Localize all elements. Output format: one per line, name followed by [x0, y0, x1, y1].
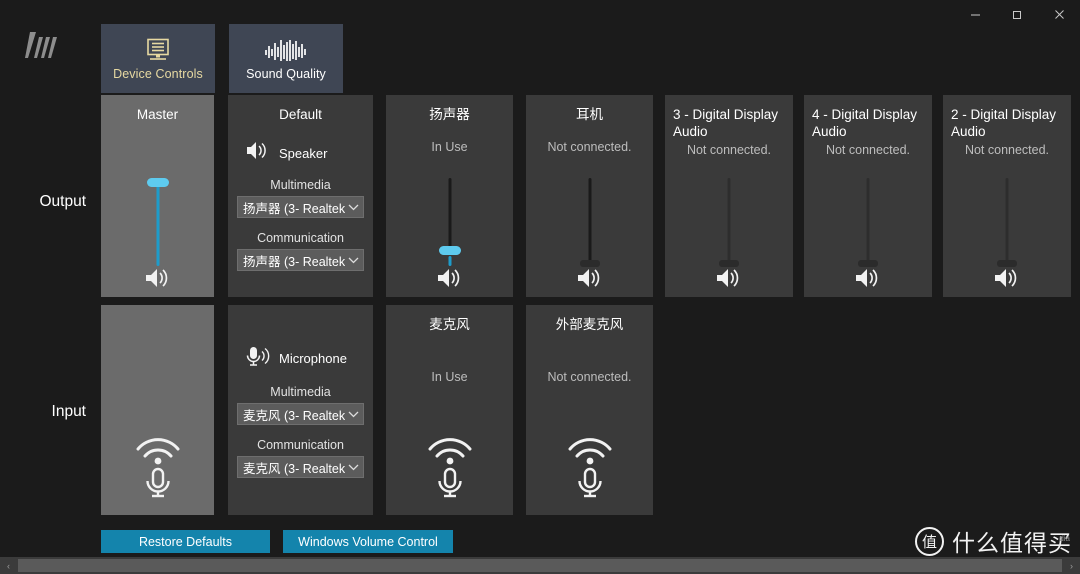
communication-label: Communication	[257, 438, 344, 452]
chevron-down-icon	[345, 411, 361, 418]
input-communication-dropdown[interactable]: 麦克风 (3- Realtek(	[237, 456, 364, 478]
device-1-slider[interactable]	[526, 178, 653, 267]
speaker-icon[interactable]	[993, 267, 1021, 294]
window-controls	[955, 0, 1080, 28]
panel-title: 外部麦克风	[555, 317, 624, 332]
default-output-device-name: Speaker	[279, 145, 328, 161]
default-output-device: Speaker	[228, 141, 373, 165]
tab-sound-quality-label: Sound Quality	[246, 67, 326, 81]
dropdown-value: 麦克风 (3- Realtek(	[243, 408, 345, 423]
slider-thumb[interactable]	[719, 260, 739, 267]
hp-audio-control-window: Device Controls Sound Quality Output Inp…	[0, 0, 1080, 574]
minimize-button[interactable]	[955, 0, 997, 28]
communication-label: Communication	[257, 231, 344, 245]
restore-defaults-button[interactable]: Restore Defaults	[101, 530, 270, 553]
output-communication-dropdown[interactable]: 扬声器 (3- Realtek(	[237, 249, 364, 271]
chevron-down-icon	[345, 204, 361, 211]
panel-output-master[interactable]: Master	[101, 95, 214, 297]
sound-wave-icon	[263, 36, 309, 62]
panel-input-device-1[interactable]: 外部麦克风 Not connected.	[526, 305, 653, 515]
multimedia-label: Multimedia	[270, 385, 331, 399]
device-3-slider[interactable]	[804, 178, 932, 267]
row-label-input: Input	[51, 403, 86, 420]
panel-status: Not connected.	[547, 370, 632, 384]
chevron-down-icon	[345, 464, 361, 471]
panel-input-default[interactable]: Microphone Multimedia 麦克风 (3- Realtek( C…	[228, 305, 373, 515]
scrollbar-thumb[interactable]	[18, 559, 1062, 572]
panel-status: Not connected.	[547, 140, 632, 154]
default-input-device: Microphone	[228, 345, 373, 372]
device-2-slider[interactable]	[665, 178, 793, 267]
watermark-text: 什么值得买	[952, 530, 1072, 556]
watermark: 值 什么值得买 dia	[915, 524, 1072, 558]
panel-title: 3 - Digital Display Audio	[673, 107, 779, 139]
panel-title: 扬声器	[429, 107, 470, 122]
slider-thumb[interactable]	[146, 178, 169, 187]
tab-device-controls-label: Device Controls	[113, 67, 203, 81]
restore-button[interactable]	[997, 0, 1039, 28]
speaker-icon[interactable]	[436, 267, 464, 294]
panel-title: Master	[136, 107, 179, 122]
tab-sound-quality[interactable]: Sound Quality	[229, 24, 343, 93]
input-multimedia-dropdown[interactable]: 麦克风 (3- Realtek(	[237, 403, 364, 425]
panel-status: In Use	[431, 370, 468, 384]
speaker-icon[interactable]	[715, 267, 743, 294]
panel-input-master[interactable]	[101, 305, 214, 515]
panel-output-device-0[interactable]: 扬声器 In Use	[386, 95, 513, 297]
microphone-icon	[246, 345, 270, 372]
footer-actions: Restore Defaults Windows Volume Control	[101, 530, 453, 553]
panel-output-device-1[interactable]: 耳机 Not connected.	[526, 95, 653, 297]
dropdown-value: 麦克风 (3- Realtek(	[243, 461, 345, 476]
close-button[interactable]	[1038, 0, 1080, 28]
dropdown-value: 扬声器 (3- Realtek(	[243, 254, 345, 269]
device-controls-icon	[145, 36, 171, 62]
panel-output-device-2[interactable]: 3 - Digital Display Audio Not connected.	[665, 95, 793, 297]
chevron-down-icon	[345, 257, 361, 264]
hp-logo-icon	[25, 28, 67, 62]
slider-thumb[interactable]	[858, 260, 878, 267]
speaker-icon	[246, 141, 270, 165]
panel-status: Not connected.	[686, 143, 772, 157]
default-input-device-name: Microphone	[279, 351, 347, 366]
row-label-output: Output	[39, 193, 86, 210]
scroll-left-arrow-icon[interactable]: ‹	[0, 557, 17, 574]
slider-thumb[interactable]	[438, 246, 461, 255]
dropdown-value: 扬声器 (3- Realtek(	[243, 201, 345, 216]
panel-status: Not connected.	[964, 143, 1050, 157]
tab-bar: Device Controls Sound Quality	[101, 24, 343, 93]
microphone-signal-icon[interactable]	[566, 423, 614, 503]
scroll-right-arrow-icon[interactable]: ›	[1063, 557, 1080, 574]
speaker-icon[interactable]	[576, 267, 604, 294]
panel-title: 4 - Digital Display Audio	[812, 107, 918, 139]
horizontal-scrollbar[interactable]: ‹ ›	[0, 557, 1080, 574]
panel-status: Not connected.	[825, 143, 911, 157]
slider-thumb[interactable]	[579, 260, 600, 267]
microphone-signal-icon[interactable]	[134, 423, 182, 503]
panel-input-device-0[interactable]: 麦克风 In Use	[386, 305, 513, 515]
panel-output-default[interactable]: Default Speaker Multimedia 扬声器 (3- Realt…	[228, 95, 373, 297]
panel-output-device-3[interactable]: 4 - Digital Display Audio Not connected.	[804, 95, 932, 297]
watermark-sub: dia	[1059, 534, 1070, 543]
windows-volume-control-button[interactable]: Windows Volume Control	[283, 530, 453, 553]
device-0-slider[interactable]	[386, 178, 513, 266]
multimedia-label: Multimedia	[270, 178, 331, 192]
panel-title: Default	[279, 107, 322, 122]
speaker-icon[interactable]	[854, 267, 882, 294]
output-multimedia-dropdown[interactable]: 扬声器 (3- Realtek(	[237, 196, 364, 218]
microphone-signal-icon[interactable]	[426, 423, 474, 503]
tab-device-controls[interactable]: Device Controls	[101, 24, 215, 93]
master-output-slider[interactable]	[101, 178, 214, 266]
panel-output-device-4[interactable]: 2 - Digital Display Audio Not connected.	[943, 95, 1071, 297]
watermark-badge: 值	[915, 526, 944, 556]
device-4-slider[interactable]	[943, 178, 1071, 267]
speaker-icon[interactable]	[144, 267, 172, 294]
panel-title: 麦克风	[429, 317, 470, 332]
slider-thumb[interactable]	[997, 260, 1017, 267]
panel-title: 耳机	[576, 107, 603, 122]
panel-status: In Use	[431, 140, 468, 154]
panel-title: 2 - Digital Display Audio	[951, 107, 1057, 139]
